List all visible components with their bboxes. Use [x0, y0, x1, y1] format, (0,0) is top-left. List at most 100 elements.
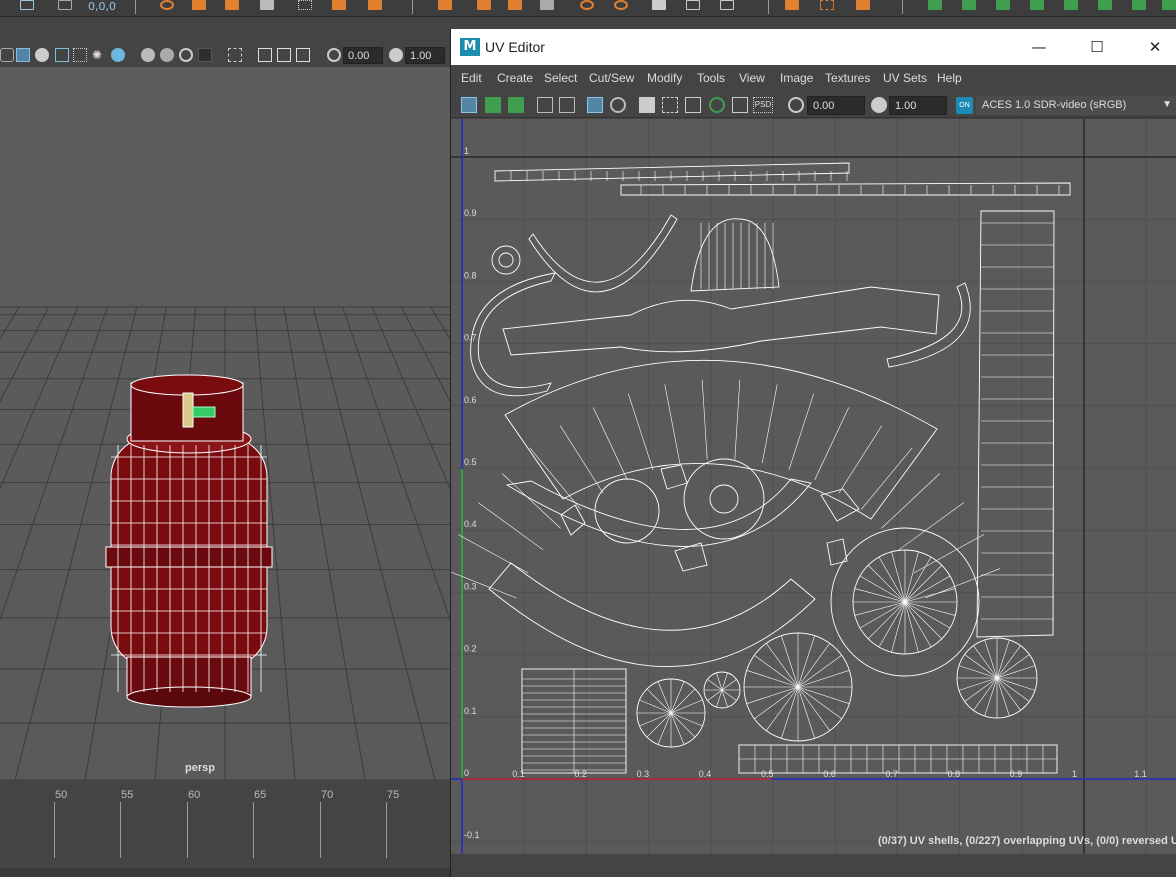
menu-help[interactable]: Help: [937, 71, 962, 85]
uv-shell: [690, 218, 780, 292]
uv-shaded-icon[interactable]: [485, 97, 501, 113]
bevel-icon[interactable]: [508, 0, 522, 10]
timeline-label: 65: [254, 789, 267, 801]
close-button[interactable]: ✕: [1145, 37, 1165, 57]
isolate-select-icon[interactable]: [228, 48, 242, 62]
uv-axis-label-u: 1.1: [1134, 769, 1147, 779]
uv-psd-icon[interactable]: PSD: [753, 97, 773, 113]
xray-icon[interactable]: [258, 48, 272, 62]
range-slider[interactable]: [0, 868, 450, 877]
uv-axis-label-v: 0.3: [464, 581, 477, 591]
cylinder-icon[interactable]: [368, 0, 382, 10]
record-icon[interactable]: [160, 0, 174, 10]
menu-uv-sets[interactable]: UV Sets: [883, 71, 927, 85]
menu-cut-sew[interactable]: Cut/Sew: [589, 71, 634, 85]
pivot-icon[interactable]: [225, 0, 239, 10]
uv-dim-image-icon[interactable]: [610, 97, 626, 113]
uv-image-icon[interactable]: [685, 97, 701, 113]
torus-icon[interactable]: [614, 0, 628, 10]
uv-gamma-icon[interactable]: [871, 97, 887, 113]
uv-distortion-icon[interactable]: [508, 97, 524, 113]
uv-shell: [470, 272, 556, 397]
uv-pixel-snap-icon[interactable]: [559, 97, 575, 113]
viewport-gamma-field[interactable]: 1.00: [405, 47, 445, 64]
display-icon[interactable]: [260, 0, 274, 10]
menu-view[interactable]: View: [739, 71, 765, 85]
menu-select[interactable]: Select: [544, 71, 577, 85]
menu-image[interactable]: Image: [780, 71, 813, 85]
uv-axis-label-v: 0.9: [464, 208, 477, 218]
uv-auto-icon[interactable]: [1030, 0, 1044, 10]
color-space-dropdown[interactable]: ACES 1.0 SDR-video (sRGB) ▼: [976, 96, 1176, 115]
extrude-icon[interactable]: [477, 0, 491, 10]
color-management-toggle[interactable]: ON: [956, 97, 973, 114]
grid-icon[interactable]: [298, 0, 312, 10]
shadows-icon[interactable]: [111, 48, 125, 62]
xray-components-icon[interactable]: [296, 48, 310, 62]
uv-unfold-icon[interactable]: [1064, 0, 1078, 10]
uv-grid-icon[interactable]: [537, 97, 553, 113]
uv-axis-label-u: 0.4: [699, 769, 712, 779]
smooth-shade-icon[interactable]: [16, 48, 30, 62]
cube-icon[interactable]: [332, 0, 346, 10]
uv-exposure-field[interactable]: 0.00: [807, 96, 865, 115]
exposure-icon[interactable]: [327, 48, 341, 62]
plane-icon[interactable]: [438, 0, 452, 10]
snap-icon[interactable]: [58, 0, 72, 10]
uv-cylindrical-icon[interactable]: [962, 0, 976, 10]
maximize-button[interactable]: ☐: [1087, 37, 1107, 57]
depth-icon[interactable]: [198, 48, 212, 62]
xray-joints-icon[interactable]: [277, 48, 291, 62]
menu-textures[interactable]: Textures: [825, 71, 870, 85]
ambient-occlusion-icon[interactable]: [141, 48, 155, 62]
pipe-icon[interactable]: [720, 0, 734, 10]
uv-cut-icon[interactable]: [1132, 0, 1146, 10]
menu-tools[interactable]: Tools: [697, 71, 725, 85]
pen-icon[interactable]: [856, 0, 870, 10]
uv-spherical-icon[interactable]: [996, 0, 1010, 10]
motion-blur-icon[interactable]: [160, 48, 174, 62]
gamma-icon[interactable]: [389, 48, 403, 62]
uv-shell: [594, 478, 660, 544]
cone-icon[interactable]: [652, 0, 666, 10]
sphere-icon[interactable]: [580, 0, 594, 10]
uv-layout-icon[interactable]: [1098, 0, 1112, 10]
pyramid-icon[interactable]: [686, 0, 700, 10]
uv-canvas[interactable]: 1 0.9 0.8 0.7 0.6 0.5 0.4 0.3 0.2 0.1 0 -0.1 0.1 0.2…: [451, 119, 1176, 854]
wireframe-icon[interactable]: [0, 48, 14, 62]
uv-isolate-icon[interactable]: [732, 97, 748, 113]
uv-shell-select-icon[interactable]: [461, 97, 477, 113]
uv-checker-icon[interactable]: [587, 97, 603, 113]
uv-gamma-field[interactable]: 1.00: [889, 96, 947, 115]
menu-modify[interactable]: Modify: [647, 71, 682, 85]
uv-snapshot-icon[interactable]: [639, 97, 655, 113]
menu-create[interactable]: Create: [497, 71, 533, 85]
shape-icon[interactable]: [192, 0, 206, 10]
transform-icon[interactable]: [20, 0, 34, 10]
bounding-box-icon[interactable]: [55, 48, 69, 62]
uv-filter-icon[interactable]: [662, 97, 678, 113]
flat-shade-icon[interactable]: [35, 48, 49, 62]
chevron-down-icon: ▼: [1162, 99, 1172, 110]
uv-shell: [498, 252, 514, 268]
uv-exposure-icon[interactable]: [788, 97, 804, 113]
uv-grid: 1 0.9 0.8 0.7 0.6 0.5 0.4 0.3 0.2 0.1 0 -0.1 0.1 0.2…: [451, 119, 1176, 854]
timeline-label: 50: [55, 789, 68, 801]
multicut-icon[interactable]: [820, 0, 834, 10]
uv-sew-icon[interactable]: [1162, 0, 1176, 10]
anti-alias-icon[interactable]: [179, 48, 193, 62]
time-slider[interactable]: 50 55 60 65 70 75: [0, 784, 450, 877]
bridge-icon[interactable]: [540, 0, 554, 10]
viewport-exposure-field[interactable]: 0.00: [343, 47, 383, 64]
knife-icon[interactable]: [785, 0, 799, 10]
menu-edit[interactable]: Edit: [461, 71, 482, 85]
gas-cylinder-model[interactable]: [105, 374, 273, 708]
lights-icon[interactable]: ✺: [92, 48, 106, 62]
uv-planar-icon[interactable]: [928, 0, 942, 10]
textured-icon[interactable]: [73, 48, 87, 62]
uv-refresh-icon[interactable]: [709, 97, 725, 113]
uv-shell: [494, 162, 850, 182]
perspective-viewport[interactable]: persp: [0, 67, 450, 780]
uv-editor-titlebar[interactable]: M UV Editor — ☐ ✕: [451, 29, 1176, 65]
minimize-button[interactable]: —: [1029, 37, 1049, 57]
